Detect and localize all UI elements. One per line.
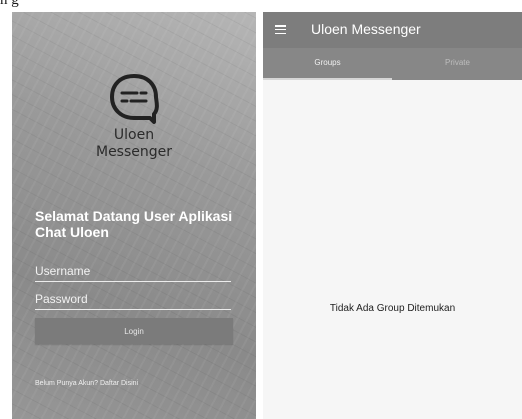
empty-groups-message: Tidak Ada Group Ditemukan	[329, 303, 456, 314]
logo-text: Uloen Messenger	[12, 127, 256, 161]
login-screen: Uloen Messenger Selamat Datang User Apli…	[12, 12, 256, 419]
app-bar: Uloen Messenger	[263, 12, 522, 48]
tab-bar: Groups Private	[263, 48, 522, 80]
top-caption: n g	[0, 0, 260, 12]
tab-groups-label: Groups	[314, 58, 341, 67]
app-logo: Uloen Messenger	[12, 70, 256, 161]
chat-bubble-icon	[110, 74, 159, 124]
login-button[interactable]: Login	[35, 318, 233, 344]
welcome-heading: Selamat Datang User Aplikasi Chat Uloen	[35, 208, 233, 240]
hamburger-menu-icon[interactable]	[275, 25, 286, 35]
messenger-screen: Uloen Messenger Groups Private Tidak Ada…	[263, 12, 522, 419]
username-input[interactable]	[35, 262, 231, 282]
tab-private[interactable]: Private	[393, 48, 522, 80]
logo-text-line2: Messenger	[95, 144, 173, 160]
tab-selected-indicator	[263, 78, 392, 80]
tab-groups[interactable]: Groups	[263, 48, 392, 80]
logo-text-line1: Uloen	[113, 127, 155, 143]
password-input[interactable]	[35, 290, 231, 310]
register-link[interactable]: Belum Punya Akun? Daftar Disini	[35, 380, 138, 387]
caption-text: n g	[0, 0, 19, 8]
tab-private-label: Private	[445, 58, 470, 67]
app-title: Uloen Messenger	[311, 21, 421, 37]
